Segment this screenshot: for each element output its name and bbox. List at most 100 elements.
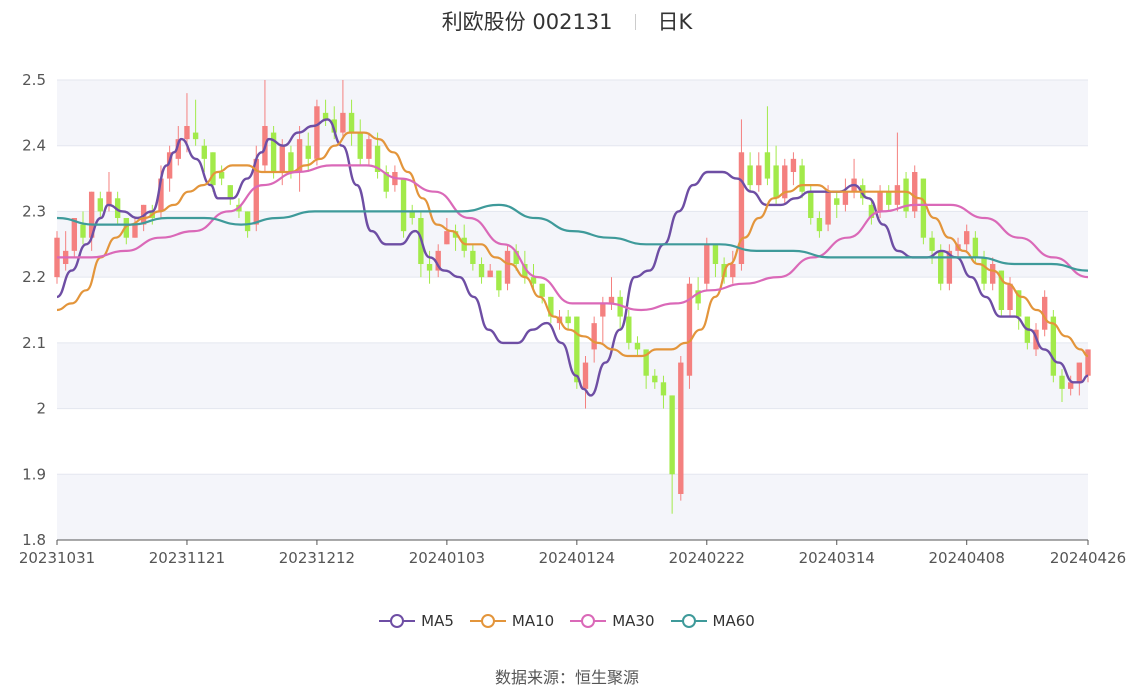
candle-body[interactable] [487, 270, 493, 278]
candle-body[interactable] [730, 264, 736, 278]
candle-body[interactable] [244, 211, 251, 232]
candle-body[interactable] [539, 283, 545, 297]
candle-body[interactable] [340, 112, 346, 133]
candle-body[interactable] [816, 218, 823, 232]
candle-body[interactable] [470, 250, 476, 264]
legend: MA5 MA10 MA30 MA60 [0, 612, 1134, 630]
candle-body[interactable] [972, 237, 979, 258]
x-axis: 20231031 20231121 20231212 20240103 20240124… [19, 539, 1126, 567]
candle-body[interactable] [964, 231, 970, 245]
y-tick-label: 1.9 [22, 465, 46, 483]
candle-body[interactable] [132, 224, 138, 238]
band-0 [57, 474, 1088, 540]
legend-item-ma30[interactable]: MA30 [570, 612, 655, 630]
band-2 [57, 342, 1088, 409]
candle-body[interactable] [279, 145, 285, 172]
candle-body[interactable] [712, 244, 719, 264]
candle-body[interactable] [288, 152, 294, 172]
band-6 [57, 80, 1088, 146]
candle-body[interactable] [444, 231, 450, 245]
candle-body[interactable] [1076, 362, 1083, 383]
candle-body[interactable] [574, 316, 580, 383]
candle-body[interactable] [660, 382, 667, 396]
candle-body[interactable] [929, 237, 935, 251]
legend-marker-ma60-icon [670, 614, 707, 628]
candle-body[interactable] [747, 165, 753, 186]
candle-body[interactable] [305, 145, 311, 159]
candle-body[interactable] [678, 362, 684, 494]
legend-marker-ma30-icon [570, 614, 607, 628]
candle-body[interactable] [210, 152, 216, 186]
candle-body[interactable] [938, 250, 944, 284]
x-tick-label: 20231121 [149, 549, 225, 567]
x-tick-label: 20240124 [539, 549, 615, 567]
candle-body[interactable] [97, 198, 104, 212]
candle-body[interactable] [600, 303, 606, 317]
candle-body[interactable] [426, 264, 433, 271]
legend-item-ma5[interactable]: MA5 [379, 612, 454, 630]
candle-body[interactable] [834, 198, 840, 205]
candle-body[interactable] [652, 375, 658, 383]
candle-body[interactable] [764, 152, 771, 179]
candle-body[interactable] [808, 191, 814, 218]
candle-body[interactable] [314, 106, 320, 159]
candle-body[interactable] [348, 112, 355, 133]
candle-body[interactable] [842, 191, 849, 205]
x-tick-label: 20240314 [799, 549, 875, 567]
candle-body[interactable] [565, 316, 571, 324]
candle-body[interactable] [504, 250, 511, 284]
x-tick-label: 20240222 [669, 549, 745, 567]
candle-body[interactable] [669, 395, 675, 475]
candle-body[interactable] [184, 126, 190, 140]
legend-label-ma10: MA10 [511, 612, 555, 630]
candle-body[interactable] [990, 264, 996, 284]
candle-body[interactable] [790, 158, 797, 172]
candle-body[interactable] [80, 224, 86, 238]
candle-body[interactable] [357, 132, 363, 159]
candle-body[interactable] [756, 165, 762, 186]
grid-lines [57, 79, 1088, 541]
candle-body[interactable] [71, 218, 78, 251]
legend-marker-ma10-icon [469, 614, 506, 628]
y-tick-label: 2.3 [22, 202, 46, 220]
x-tick-label: 20231031 [19, 549, 95, 567]
candle-body[interactable] [799, 165, 805, 192]
candle-body[interactable] [1085, 349, 1091, 376]
candle-body[interactable] [582, 362, 589, 389]
candle-body[interactable] [218, 172, 225, 179]
candlestick-chart[interactable]: 1.81.922.12.22.32.42.5 20231031 20231121 2… [0, 0, 1134, 600]
candle-body[interactable] [400, 178, 407, 232]
candle-body[interactable] [894, 185, 901, 205]
candle-body[interactable] [496, 270, 502, 291]
y-tick-label: 2.4 [22, 137, 46, 155]
legend-marker-ma5-icon [379, 614, 416, 628]
candle-body[interactable] [366, 139, 372, 159]
candle-body[interactable] [201, 145, 207, 159]
candle-body[interactable] [1059, 375, 1065, 389]
candle-body[interactable] [773, 165, 779, 199]
source-label: 数据来源： [494, 668, 575, 687]
x-tick-label: 20231212 [279, 549, 355, 567]
legend-label-ma30: MA30 [612, 612, 655, 630]
x-tick-label: 20240408 [929, 549, 1005, 567]
background-bands [57, 80, 1088, 540]
legend-item-ma10[interactable]: MA10 [469, 612, 555, 630]
y-tick-label: 1.8 [22, 531, 46, 549]
candle-body[interactable] [626, 316, 632, 343]
candle-body[interactable] [192, 132, 199, 140]
candle-body[interactable] [877, 191, 883, 212]
legend-item-ma60[interactable]: MA60 [670, 612, 755, 630]
candle-body[interactable] [920, 178, 927, 238]
source-name: 恒生聚源 [575, 668, 640, 687]
candle-body[interactable] [106, 191, 112, 205]
candle-body[interactable] [634, 342, 641, 350]
candle-body[interactable] [227, 185, 233, 199]
legend-label-ma5: MA5 [421, 612, 454, 630]
y-tick-label: 2.2 [22, 268, 46, 286]
candle-body[interactable] [886, 191, 892, 205]
candle-body[interactable] [825, 191, 831, 225]
candle-body[interactable] [478, 264, 485, 278]
candle-body[interactable] [591, 323, 597, 350]
candle-body[interactable] [981, 257, 987, 284]
candle-body[interactable] [704, 244, 710, 284]
